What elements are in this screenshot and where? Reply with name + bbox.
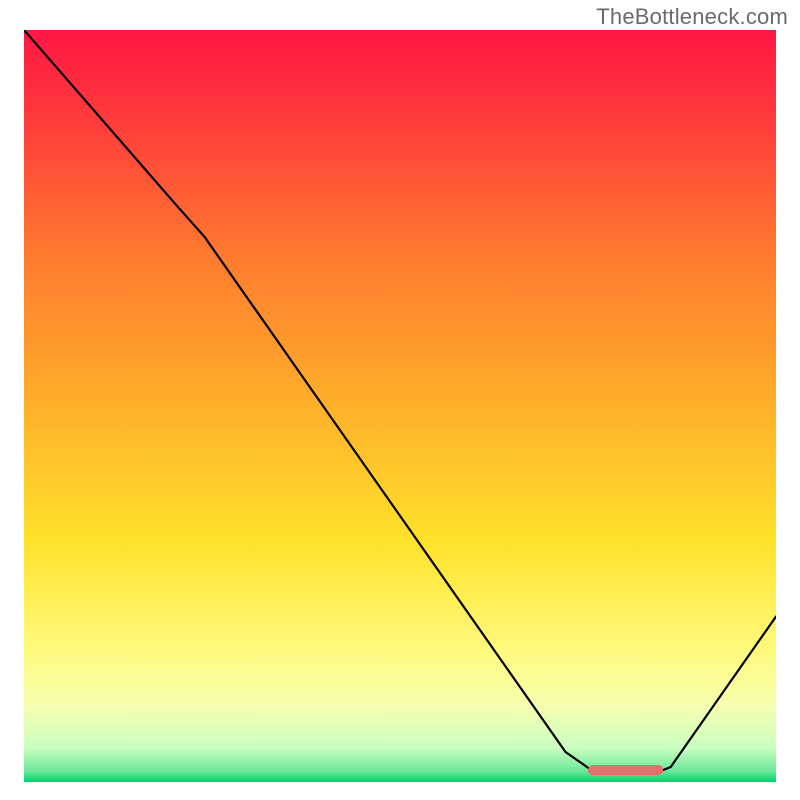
gradient-background [24, 30, 776, 782]
chart-svg [24, 30, 776, 782]
watermark-text: TheBottleneck.com [596, 4, 788, 30]
plot-area [24, 30, 776, 782]
chart-container: TheBottleneck.com [0, 0, 800, 800]
optimal-range-marker [588, 765, 663, 775]
